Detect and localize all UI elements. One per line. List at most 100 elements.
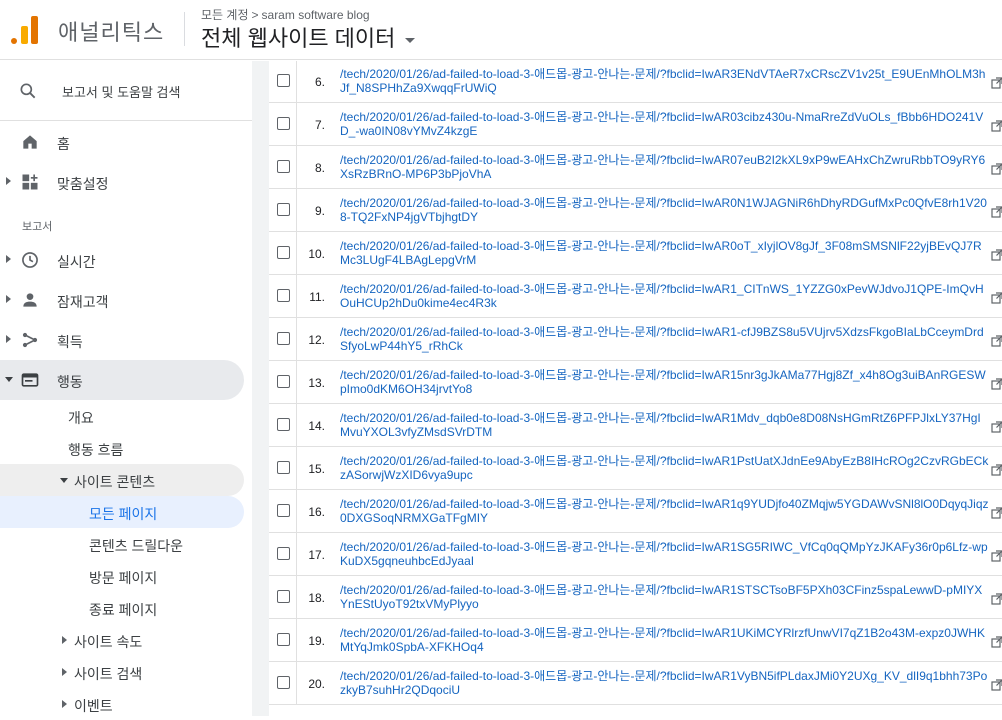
page-url-link[interactable]: /tech/2020/01/26/ad-failed-to-load-3-애드몹… — [340, 540, 990, 568]
sidebar-item-realtime[interactable]: 실시간 — [0, 240, 244, 280]
row-checkbox[interactable] — [277, 117, 290, 130]
analytics-logo-icon[interactable] — [11, 14, 39, 44]
sidebar-scrollbar[interactable] — [252, 61, 269, 716]
row-index: 13. — [305, 376, 325, 390]
app-header: 애널리틱스 모든 계정>saram software blog 전체 웹사이트 … — [0, 0, 1002, 60]
table-row: 10./tech/2020/01/26/ad-failed-to-load-3-… — [269, 232, 1002, 275]
row-checkbox[interactable] — [277, 246, 290, 259]
page-url-link[interactable]: /tech/2020/01/26/ad-failed-to-load-3-애드몹… — [340, 196, 990, 224]
row-checkbox[interactable] — [277, 160, 290, 173]
collapse-arrow-icon — [5, 377, 13, 382]
page-url-link[interactable]: /tech/2020/01/26/ad-failed-to-load-3-애드몹… — [340, 669, 990, 697]
sidebar-item-label: 콘텐츠 드릴다운 — [89, 536, 183, 556]
open-in-new-icon[interactable] — [991, 464, 1002, 476]
row-checkbox[interactable] — [277, 547, 290, 560]
open-in-new-icon[interactable] — [991, 163, 1002, 175]
home-icon — [20, 132, 40, 152]
open-in-new-icon[interactable] — [991, 679, 1002, 691]
sidebar-item-label: 실시간 — [57, 252, 96, 272]
page-url-link[interactable]: /tech/2020/01/26/ad-failed-to-load-3-애드몹… — [340, 67, 990, 95]
page-url-link[interactable]: /tech/2020/01/26/ad-failed-to-load-3-애드몹… — [340, 497, 990, 525]
search-label: 보고서 및 도움말 검색 — [62, 82, 180, 101]
open-in-new-icon[interactable] — [991, 120, 1002, 132]
open-in-new-icon[interactable] — [991, 636, 1002, 648]
page-url-link[interactable]: /tech/2020/01/26/ad-failed-to-load-3-애드몹… — [340, 454, 990, 482]
sidebar-item-label: 획득 — [57, 332, 83, 352]
row-index: 18. — [305, 591, 325, 605]
sidebar-item-behavior-flow[interactable]: 행동 흐름 — [0, 432, 244, 464]
row-index: 6. — [305, 75, 325, 89]
expand-arrow-icon — [62, 636, 67, 644]
row-index: 9. — [305, 204, 325, 218]
sidebar-item-landing-pages[interactable]: 방문 페이지 — [0, 560, 244, 592]
sidebar-item-site-content[interactable]: 사이트 콘텐츠 — [0, 464, 244, 496]
checkbox-cell — [269, 61, 297, 102]
sidebar-item-site-speed[interactable]: 사이트 속도 — [0, 624, 244, 656]
sidebar-item-site-search[interactable]: 사이트 검색 — [0, 656, 244, 688]
page-url-link[interactable]: /tech/2020/01/26/ad-failed-to-load-3-애드몹… — [340, 153, 990, 181]
page-url-link[interactable]: /tech/2020/01/26/ad-failed-to-load-3-애드몹… — [340, 411, 990, 439]
table-row: 11./tech/2020/01/26/ad-failed-to-load-3-… — [269, 275, 1002, 318]
sidebar-item-content-drilldown[interactable]: 콘텐츠 드릴다운 — [0, 528, 244, 560]
open-in-new-icon[interactable] — [991, 378, 1002, 390]
table-row: 12./tech/2020/01/26/ad-failed-to-load-3-… — [269, 318, 1002, 361]
sidebar-item-all-pages[interactable]: 모든 페이지 — [0, 496, 244, 528]
page-url-link[interactable]: /tech/2020/01/26/ad-failed-to-load-3-애드몹… — [340, 110, 990, 138]
sidebar-item-home[interactable]: 홈 — [0, 122, 244, 162]
checkbox-cell — [269, 619, 297, 661]
checkbox-cell — [269, 146, 297, 188]
open-in-new-icon[interactable] — [991, 206, 1002, 218]
expand-arrow-icon — [6, 177, 11, 185]
page-url-link[interactable]: /tech/2020/01/26/ad-failed-to-load-3-애드몹… — [340, 626, 990, 654]
sidebar-item-audience[interactable]: 잠재고객 — [0, 280, 244, 320]
row-checkbox[interactable] — [277, 418, 290, 431]
sidebar-item-overview[interactable]: 개요 — [0, 400, 244, 432]
open-in-new-icon[interactable] — [991, 421, 1002, 433]
sidebar-item-acquisition[interactable]: 획득 — [0, 320, 244, 360]
open-in-new-icon[interactable] — [991, 550, 1002, 562]
row-checkbox[interactable] — [277, 461, 290, 474]
page-url-link[interactable]: /tech/2020/01/26/ad-failed-to-load-3-애드몹… — [340, 282, 990, 310]
row-checkbox[interactable] — [277, 375, 290, 388]
row-index: 20. — [305, 677, 325, 691]
acquisition-icon — [20, 330, 40, 350]
view-name: 전체 웹사이트 데이터 — [201, 26, 395, 51]
row-checkbox[interactable] — [277, 633, 290, 646]
app-name: 애널리틱스 — [58, 15, 164, 47]
sidebar-item-behavior[interactable]: 행동 — [0, 360, 244, 400]
open-in-new-icon[interactable] — [991, 335, 1002, 347]
open-in-new-icon[interactable] — [991, 507, 1002, 519]
sidebar-item-exit-pages[interactable]: 종료 페이지 — [0, 592, 244, 624]
page-url-link[interactable]: /tech/2020/01/26/ad-failed-to-load-3-애드몹… — [340, 325, 990, 353]
page-url-link[interactable]: /tech/2020/01/26/ad-failed-to-load-3-애드몹… — [340, 368, 990, 396]
sidebar-item-label: 사이트 콘텐츠 — [74, 472, 155, 492]
row-checkbox[interactable] — [277, 676, 290, 689]
open-in-new-icon[interactable] — [991, 292, 1002, 304]
caret-down-icon — [405, 38, 415, 43]
row-checkbox[interactable] — [277, 289, 290, 302]
view-selector[interactable]: 전체 웹사이트 데이터 — [201, 21, 415, 53]
sidebar-item-label: 모든 페이지 — [89, 504, 157, 524]
open-in-new-icon[interactable] — [991, 593, 1002, 605]
sidebar-item-label: 종료 페이지 — [89, 600, 157, 620]
row-checkbox[interactable] — [277, 504, 290, 517]
sidebar-item-customization[interactable]: 맞춤설정 — [0, 162, 244, 202]
row-index: 17. — [305, 548, 325, 562]
row-checkbox[interactable] — [277, 590, 290, 603]
breadcrumb-property[interactable]: saram software blog — [262, 8, 370, 22]
row-checkbox[interactable] — [277, 203, 290, 216]
row-checkbox[interactable] — [277, 74, 290, 87]
row-checkbox[interactable] — [277, 332, 290, 345]
behavior-icon — [20, 370, 40, 390]
checkbox-cell — [269, 232, 297, 274]
open-in-new-icon[interactable] — [991, 249, 1002, 261]
open-in-new-icon[interactable] — [991, 77, 1002, 89]
table-row: 8./tech/2020/01/26/ad-failed-to-load-3-애… — [269, 146, 1002, 189]
checkbox-cell — [269, 447, 297, 489]
breadcrumb-account[interactable]: 모든 계정 — [201, 8, 249, 22]
row-index: 7. — [305, 118, 325, 132]
page-url-link[interactable]: /tech/2020/01/26/ad-failed-to-load-3-애드몹… — [340, 583, 990, 611]
report-search[interactable]: 보고서 및 도움말 검색 — [0, 61, 252, 121]
page-url-link[interactable]: /tech/2020/01/26/ad-failed-to-load-3-애드몹… — [340, 239, 990, 267]
sidebar-item-events[interactable]: 이벤트 — [0, 688, 244, 720]
